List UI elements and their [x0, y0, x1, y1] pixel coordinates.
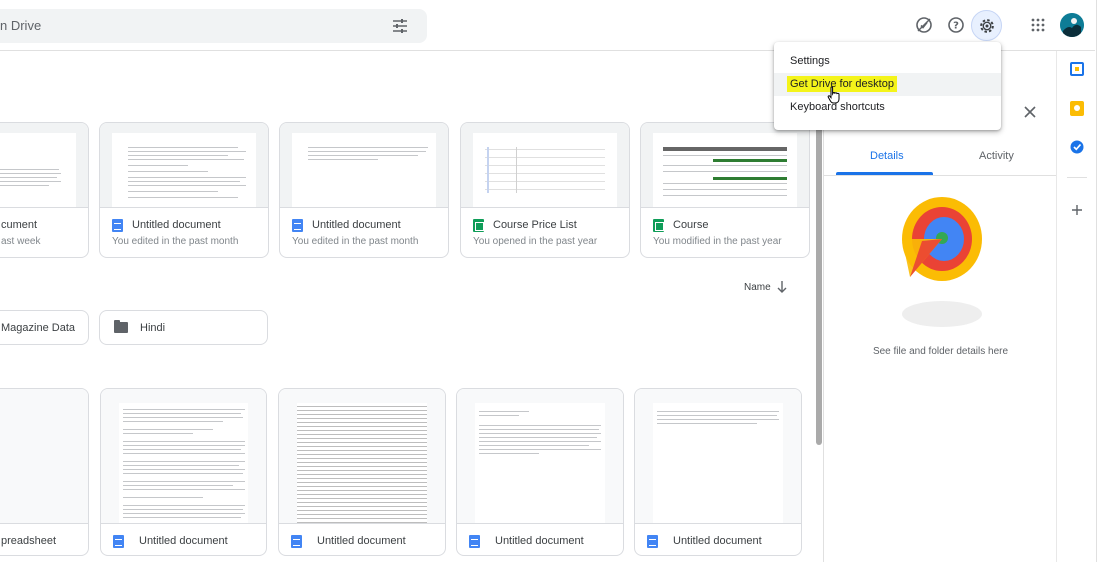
- side-panel-rail: [1056, 51, 1096, 562]
- file-thumbnail: [0, 123, 88, 208]
- menu-item-label: Get Drive for desktop: [787, 76, 897, 92]
- file-title: Untitled document: [139, 535, 228, 547]
- tab-details[interactable]: Details: [870, 150, 904, 162]
- google-sheets-icon: [473, 219, 484, 232]
- scrollbar[interactable]: [816, 100, 822, 445]
- file-thumbnail: [0, 389, 88, 524]
- file-thumbnail: [101, 389, 266, 524]
- file-card[interactable]: Untitled document: [456, 388, 624, 556]
- menu-item-settings[interactable]: Settings: [774, 50, 1001, 73]
- file-title: Untitled document: [673, 535, 762, 547]
- settings-menu: Settings Get Drive for desktop Keyboard …: [774, 42, 1001, 130]
- offline-status-icon[interactable]: [912, 13, 936, 37]
- file-title: Untitled document: [495, 535, 584, 547]
- file-thumbnail: [100, 123, 268, 208]
- details-hint: See file and folder details here: [872, 346, 1009, 357]
- file-thumbnail: [461, 123, 629, 208]
- close-icon[interactable]: [1022, 104, 1038, 120]
- keep-icon[interactable]: [1070, 101, 1084, 116]
- file-card[interactable]: Untitled document: [634, 388, 802, 556]
- folder-name: Magazine Data: [1, 322, 75, 334]
- add-icon[interactable]: [1071, 204, 1083, 216]
- help-icon[interactable]: ?: [944, 13, 968, 37]
- menu-item-keyboard-shortcuts[interactable]: Keyboard shortcuts: [774, 96, 1001, 119]
- folder-name: Hindi: [140, 322, 166, 334]
- file-title: Course Price List: [493, 219, 577, 231]
- file-title: cument: [1, 219, 38, 231]
- tab-activity[interactable]: Activity: [979, 150, 1014, 162]
- file-activity: You opened in the past year: [473, 236, 598, 247]
- file-title: preadsheet: [1, 535, 57, 547]
- recent-file-card[interactable]: Course You modified in the past year: [640, 122, 810, 258]
- file-title: Untitled document: [312, 219, 401, 231]
- file-card[interactable]: Untitled document: [100, 388, 267, 556]
- recent-file-card[interactable]: cument ast week: [0, 122, 89, 258]
- file-title: Untitled document: [132, 219, 221, 231]
- recent-file-card[interactable]: Untitled document You edited in the past…: [279, 122, 449, 258]
- arrow-down-icon[interactable]: [776, 280, 788, 294]
- file-title: Untitled document: [317, 535, 406, 547]
- search-input[interactable]: n Drive: [0, 18, 41, 33]
- search-box[interactable]: n Drive: [0, 9, 427, 43]
- folder-icon: [114, 320, 128, 333]
- details-illustration: [902, 197, 982, 327]
- svg-text:?: ?: [953, 21, 959, 32]
- window-edge: [1096, 0, 1113, 562]
- google-docs-icon: [647, 535, 658, 548]
- recent-file-card[interactable]: Course Price List You opened in the past…: [460, 122, 630, 258]
- file-thumbnail: [279, 389, 445, 524]
- recent-file-card[interactable]: Untitled document You edited in the past…: [99, 122, 269, 258]
- google-docs-icon: [113, 535, 124, 548]
- calendar-icon[interactable]: [1070, 62, 1084, 76]
- file-activity: You edited in the past month: [292, 236, 419, 247]
- google-sheets-icon: [653, 219, 664, 232]
- avatar[interactable]: [1060, 13, 1084, 37]
- apps-grid-icon[interactable]: [1026, 13, 1050, 37]
- file-title: Course: [673, 219, 709, 231]
- tabs-divider: [824, 175, 1057, 176]
- avatar-image: [1060, 13, 1084, 37]
- file-activity: You modified in the past year: [653, 236, 782, 247]
- google-docs-icon: [291, 535, 302, 548]
- file-thumbnail: [457, 389, 623, 524]
- folder-item[interactable]: Hindi: [99, 310, 268, 345]
- menu-item-get-drive-for-desktop[interactable]: Get Drive for desktop: [774, 73, 1001, 96]
- settings-button[interactable]: [971, 10, 1002, 41]
- folder-item[interactable]: Magazine Data: [0, 310, 89, 345]
- file-card[interactable]: Untitled document: [278, 388, 446, 556]
- file-thumbnail: [280, 123, 448, 208]
- google-docs-icon: [292, 219, 303, 232]
- tasks-icon[interactable]: [1069, 139, 1085, 155]
- file-card[interactable]: preadsheet: [0, 388, 89, 556]
- tune-icon[interactable]: [390, 16, 410, 36]
- google-docs-icon: [112, 219, 123, 232]
- hand-cursor-icon: [827, 86, 840, 104]
- sort-label[interactable]: Name: [744, 282, 771, 293]
- file-thumbnail: [635, 389, 801, 524]
- google-docs-icon: [469, 535, 480, 548]
- file-thumbnail: [641, 123, 809, 208]
- file-activity: You edited in the past month: [112, 236, 239, 247]
- rail-divider: [1067, 177, 1087, 178]
- menu-item-label: Settings: [790, 55, 830, 67]
- file-activity: ast week: [1, 236, 41, 247]
- settings-icon: [980, 19, 994, 33]
